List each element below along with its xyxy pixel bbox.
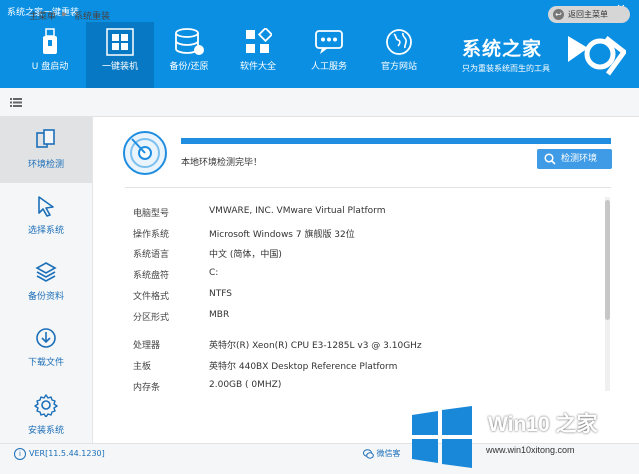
- version-info: i VER[11.5.44.1230]: [14, 448, 105, 460]
- sidebar-item-label: 环境检测: [27, 160, 64, 170]
- nav-label: U 盘启动: [31, 62, 69, 72]
- info-key: 处理器: [133, 341, 161, 351]
- cursor-icon: [38, 196, 54, 217]
- watermark-title: Win10 之家: [488, 413, 598, 436]
- nav-label: 一键装机: [101, 62, 138, 72]
- breadcrumb: [0, 88, 639, 117]
- chat-bubble-icon: [315, 30, 343, 54]
- info-key: 电脑型号: [133, 209, 170, 219]
- check-progress-bar: [181, 138, 611, 144]
- info-value: 英特尔(R) Xeon(R) CPU E3-1285L v3 @ 3.10GHz: [209, 341, 422, 351]
- sidebar-item-label: 下载文件: [27, 358, 64, 368]
- info-value: 中文 (简体，中国): [209, 250, 282, 260]
- sidebar-item-label: 备份资料: [27, 292, 64, 302]
- windows-logo-icon: [106, 28, 134, 56]
- apps-grid-icon: [246, 28, 272, 53]
- version-text: VER[11.5.44.1230]: [29, 449, 105, 458]
- nav-one-click-install[interactable]: 一键装机: [86, 22, 154, 88]
- info-key: 主板: [133, 362, 152, 372]
- brand-slogan: 只为重装系统而生的工具: [462, 64, 550, 73]
- info-key: 文件格式: [133, 292, 170, 302]
- check-status-text: 本地环境检测完毕！: [181, 158, 263, 168]
- brand: 系统之家 只为重装系统而生的工具: [462, 34, 550, 74]
- nav-software[interactable]: 软件大全: [225, 22, 291, 88]
- nav-label: 备份/还原: [169, 62, 209, 72]
- disk-scan-icon: [123, 131, 167, 175]
- wechat-link[interactable]: 微信客: [363, 448, 401, 459]
- usb-drive-icon: [43, 28, 57, 54]
- info-value: VMWARE, INC. VMware Virtual Platform: [209, 206, 386, 216]
- nav-label: 官方网站: [380, 62, 417, 72]
- nav-label: 人工服务: [310, 62, 347, 72]
- info-key: 操作系统: [133, 230, 170, 240]
- breadcrumb-home[interactable]: 主菜单: [29, 9, 56, 22]
- env-check-icon: [36, 129, 55, 148]
- detect-environment-button[interactable]: 检测环境: [537, 149, 612, 169]
- nav-official-site[interactable]: 官方网站: [366, 22, 432, 88]
- back-button-label: 返回主菜单: [568, 10, 608, 19]
- info-key: 内存条: [133, 383, 161, 393]
- info-value: Microsoft Windows 7 旗舰版 32位: [209, 230, 355, 240]
- back-arrow-icon: ↩: [553, 9, 564, 20]
- search-icon: [544, 153, 556, 165]
- watermark-url: www.win10xitong.com: [486, 445, 575, 455]
- info-value: 英特尔 440BX Desktop Reference Platform: [209, 362, 398, 372]
- info-scrollbar-thumb[interactable]: [605, 200, 610, 320]
- sidebar-item-label: 选择系统: [27, 226, 64, 236]
- database-icon: [175, 28, 204, 55]
- windows-watermark-logo-icon: [412, 406, 472, 468]
- download-icon: [36, 328, 56, 348]
- info-key: 系统盘符: [133, 271, 170, 281]
- sidebar-item-download-files[interactable]: 下载文件: [0, 315, 92, 381]
- info-icon: i: [14, 448, 26, 460]
- nav-usb-boot[interactable]: U 盘启动: [17, 22, 83, 88]
- breadcrumb-current: 系统重装: [74, 12, 111, 22]
- divider: [125, 187, 611, 188]
- sidebar-item-install-system[interactable]: 安装系统: [0, 381, 92, 447]
- sidebar-item-env-check[interactable]: 环境检测: [0, 117, 92, 183]
- globe-icon: [386, 29, 412, 55]
- info-value: 2.00GB ( 0MHZ): [209, 380, 282, 390]
- layers-icon: [35, 262, 57, 282]
- info-value: NTFS: [209, 289, 232, 299]
- breadcrumb-separator: ▶: [62, 10, 68, 18]
- wechat-icon: [363, 448, 374, 459]
- sidebar-item-label: 安装系统: [27, 426, 64, 436]
- back-to-main-button[interactable]: ↩ 返回主菜单: [548, 6, 630, 23]
- sidebar-item-backup-data[interactable]: 备份资料: [0, 249, 92, 315]
- wechat-label: 微信客: [376, 449, 401, 458]
- detect-button-label: 检测环境: [561, 154, 598, 164]
- info-key: 系统语言: [133, 250, 170, 260]
- nav-backup-restore[interactable]: 备份/还原: [156, 22, 222, 88]
- sidebar-item-select-system[interactable]: 选择系统: [0, 183, 92, 249]
- nav-label: 软件大全: [239, 62, 276, 72]
- nav-support[interactable]: 人工服务: [296, 22, 362, 88]
- gear-icon: [34, 394, 58, 417]
- brand-name: 系统之家: [462, 38, 543, 60]
- menu-icon: [10, 98, 22, 107]
- info-key: 分区形式: [133, 313, 170, 323]
- info-value: C:: [209, 268, 219, 278]
- info-value: MBR: [209, 310, 230, 320]
- brand-logo-icon: [568, 36, 626, 76]
